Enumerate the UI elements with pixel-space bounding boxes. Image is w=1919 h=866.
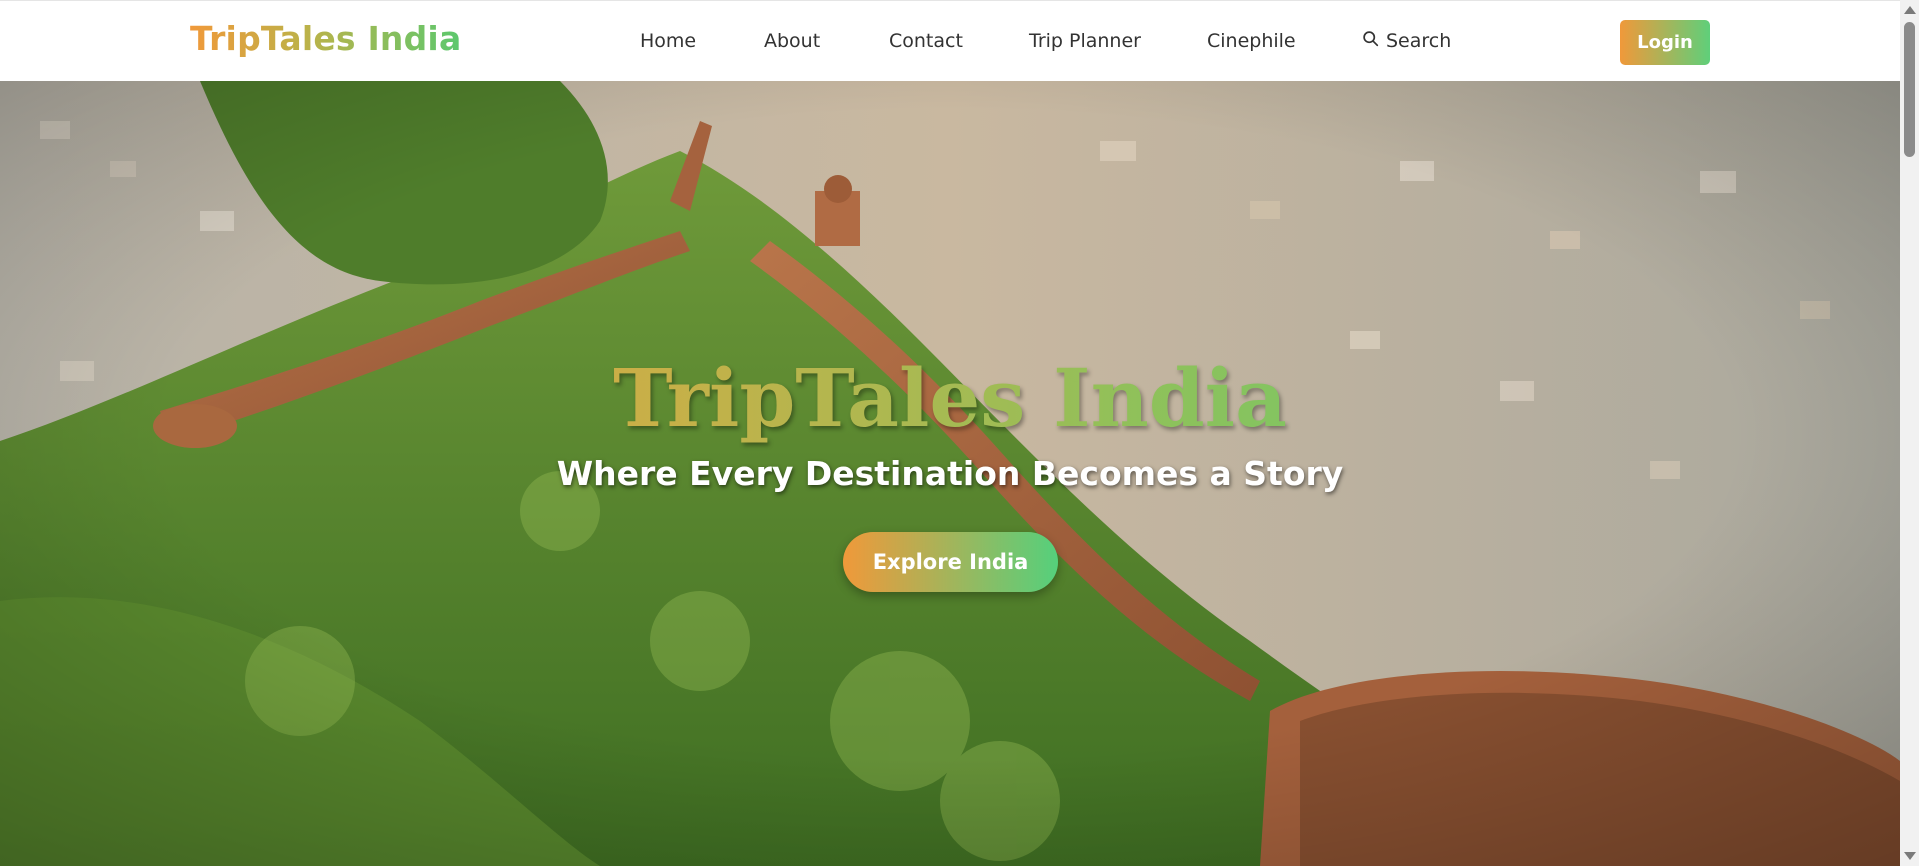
- nav-contact[interactable]: Contact: [889, 30, 963, 52]
- login-button[interactable]: Login: [1620, 20, 1710, 65]
- scroll-up-arrow-icon[interactable]: [1904, 6, 1916, 14]
- nav-trip-planner[interactable]: Trip Planner: [1029, 30, 1141, 52]
- scroll-thumb[interactable]: [1904, 22, 1915, 157]
- nav-cinephile[interactable]: Cinephile: [1207, 30, 1296, 52]
- nav-search[interactable]: Search: [1362, 30, 1451, 52]
- hero-title: TripTales India: [0, 351, 1900, 445]
- hero-tagline: Where Every Destination Becomes a Story: [556, 454, 1344, 493]
- search-icon: [1362, 30, 1379, 52]
- brand-logo[interactable]: TripTales India: [190, 19, 461, 58]
- nav-about[interactable]: About: [764, 30, 820, 52]
- page-scrollbar[interactable]: [1900, 0, 1919, 866]
- scroll-down-arrow-icon[interactable]: [1904, 852, 1916, 860]
- top-navbar: TripTales India Home About Contact Trip …: [0, 0, 1900, 81]
- nav-home[interactable]: Home: [640, 30, 696, 52]
- explore-india-button[interactable]: Explore India: [843, 532, 1058, 592]
- hero-section: TripTales India Where Every Destination …: [0, 81, 1900, 866]
- search-label: Search: [1386, 30, 1452, 52]
